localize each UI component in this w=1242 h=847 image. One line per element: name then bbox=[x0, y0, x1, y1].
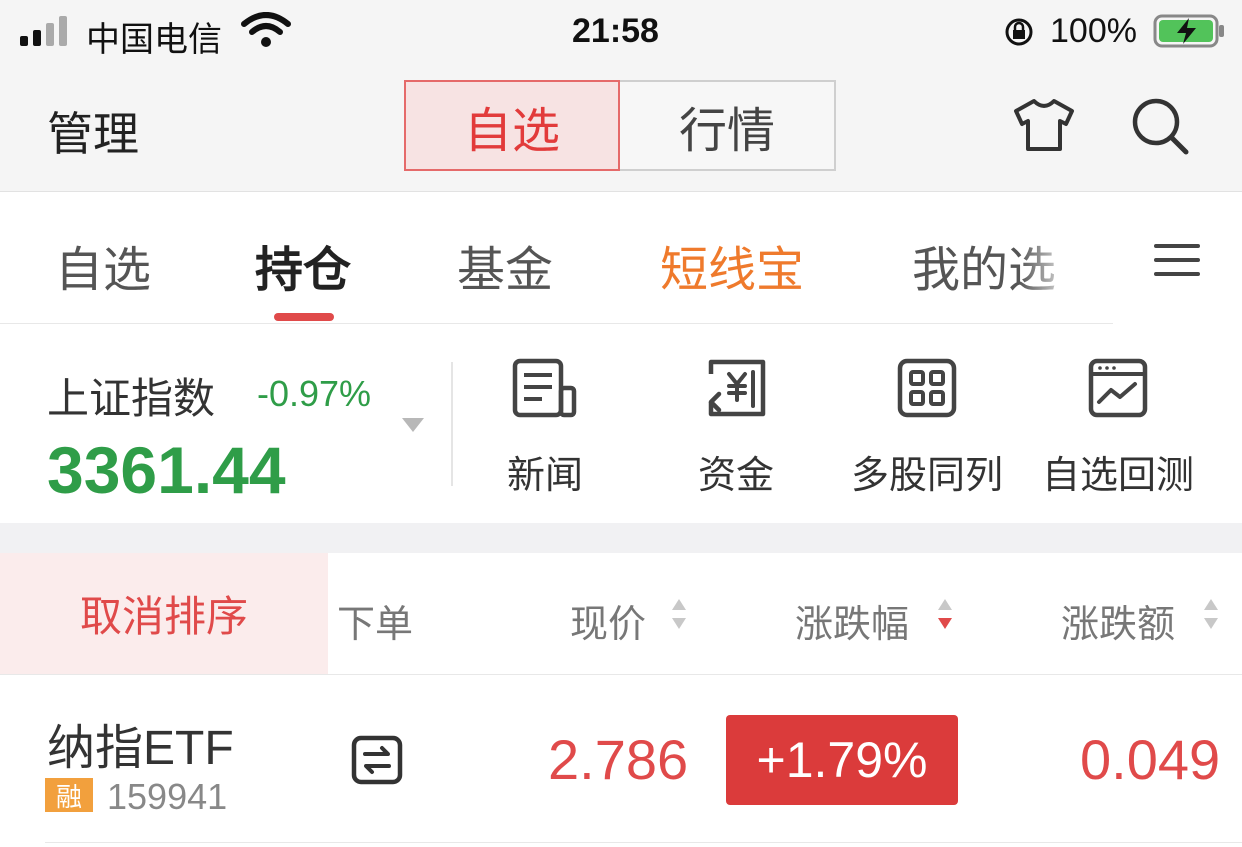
tool-funds[interactable]: 资金 bbox=[651, 358, 821, 499]
index-value[interactable]: 3361.44 bbox=[47, 432, 286, 508]
menu-icon[interactable] bbox=[1154, 242, 1200, 278]
wifi-icon bbox=[240, 12, 292, 48]
segment-watchlist[interactable]: 自选 bbox=[404, 80, 620, 171]
col-order: 下单 bbox=[337, 604, 414, 646]
tool-multi-stock-label: 多股同列 bbox=[850, 455, 1003, 497]
funds-icon bbox=[708, 359, 766, 417]
row-divider bbox=[45, 842, 1242, 843]
cancel-sort-button[interactable]: 取消排序 bbox=[0, 553, 328, 674]
tab-holdings[interactable]: 持仓 bbox=[255, 230, 351, 300]
tab-short-term[interactable]: 短线宝 bbox=[660, 230, 804, 300]
col-price[interactable]: 现价 bbox=[570, 593, 646, 648]
stock-code: 159941 bbox=[107, 776, 228, 817]
margin-badge: 融 bbox=[45, 778, 93, 812]
search-icon[interactable] bbox=[1130, 96, 1192, 158]
tab-my-picks[interactable]: 我的选 bbox=[912, 230, 1077, 300]
segment-market[interactable]: 行情 bbox=[620, 80, 836, 171]
col-change-amt[interactable]: 涨跌额 bbox=[1061, 593, 1175, 648]
clock: 21:58 bbox=[572, 12, 659, 50]
shirt-icon[interactable] bbox=[1012, 97, 1076, 153]
active-tab-indicator bbox=[274, 313, 334, 321]
carrier-label: 中国电信 bbox=[86, 21, 222, 59]
index-change-pct: -0.97% bbox=[257, 373, 372, 414]
change-pct-badge: +1.79% bbox=[726, 715, 958, 805]
section-gap bbox=[0, 523, 1242, 553]
sort-price-icon[interactable] bbox=[671, 597, 687, 631]
change-amount: 0.049 bbox=[1080, 728, 1221, 791]
index-name[interactable]: 上证指数 bbox=[47, 365, 215, 426]
tool-backtest-label: 自选回测 bbox=[1041, 455, 1194, 497]
tab-funds[interactable]: 基金 bbox=[457, 230, 553, 300]
index-divider bbox=[451, 362, 453, 486]
sort-change-amt-icon[interactable] bbox=[1203, 597, 1219, 631]
tool-multi-stock[interactable]: 多股同列 bbox=[842, 358, 1012, 499]
tab-watchlist[interactable]: 自选 bbox=[55, 230, 151, 300]
tool-funds-label: 资金 bbox=[697, 455, 774, 497]
tab-divider bbox=[0, 323, 1113, 324]
backtest-icon bbox=[1088, 358, 1148, 418]
battery-percent: 100% bbox=[1050, 12, 1137, 50]
grid-icon bbox=[897, 358, 957, 418]
signal-icon bbox=[18, 16, 72, 46]
col-change-pct[interactable]: 涨跌幅 bbox=[795, 593, 909, 648]
index-dropdown-icon[interactable] bbox=[402, 418, 424, 432]
battery-icon bbox=[1153, 14, 1227, 48]
tool-news[interactable]: 新闻 bbox=[460, 358, 630, 499]
manage-button[interactable]: 管理 bbox=[47, 98, 139, 164]
tool-backtest[interactable]: 自选回测 bbox=[1033, 358, 1203, 499]
sort-change-pct-icon[interactable] bbox=[937, 597, 953, 631]
news-icon bbox=[512, 358, 577, 418]
order-icon[interactable] bbox=[351, 735, 403, 785]
tool-news-label: 新闻 bbox=[506, 455, 583, 497]
stock-price: 2.786 bbox=[548, 728, 689, 791]
rotation-lock-icon bbox=[1003, 16, 1035, 48]
stock-name: 纳指ETF bbox=[47, 722, 234, 775]
